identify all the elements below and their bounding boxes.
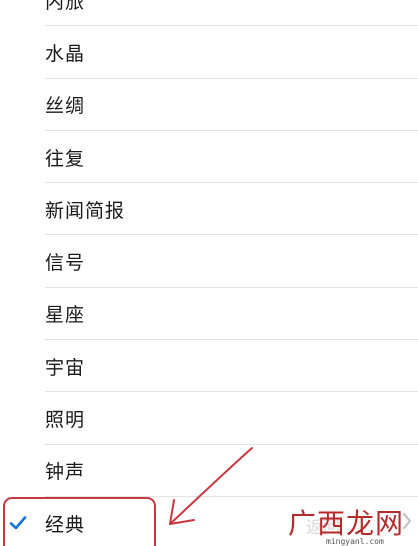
list-item[interactable]: 钟声 [0, 445, 418, 498]
annotation-highlight-box [3, 497, 156, 546]
list-item[interactable]: 往复 [0, 131, 418, 184]
list-item-label: 丝绸 [45, 95, 86, 118]
list-item-label: 照明 [45, 409, 86, 432]
list-item-label: 钟声 [45, 461, 86, 484]
ringtone-list: 内旅 水晶 丝绸 往复 新闻简报 信号 星座 宇宙 照明 钟声 经典 [0, 0, 418, 546]
list-item[interactable]: 新闻简报 [0, 183, 418, 236]
ringtone-list-screen: 内旅 水晶 丝绸 往复 新闻简报 信号 星座 宇宙 照明 钟声 经典 返回 广西… [0, 0, 418, 546]
list-item-label: 信号 [45, 252, 86, 275]
list-item-label: 内旅 [45, 0, 86, 13]
list-item-label: 往复 [45, 147, 86, 170]
list-item[interactable]: 宇宙 [0, 340, 418, 393]
list-item-label: 水晶 [45, 42, 86, 65]
watermark-text: 广西龙网 [288, 507, 405, 540]
list-item[interactable]: 内旅 [0, 0, 418, 27]
list-item-label: 宇宙 [45, 356, 86, 379]
list-item[interactable]: 信号 [0, 235, 418, 289]
list-item[interactable]: 照明 [0, 392, 418, 445]
list-item[interactable]: 星座 [0, 288, 418, 341]
list-item[interactable]: 丝绸 [0, 79, 418, 132]
list-item-label: 新闻简报 [45, 199, 126, 222]
list-item-label: 星座 [45, 304, 86, 327]
watermark: 广西龙网 mingyanl.com [282, 500, 418, 546]
watermark-url: mingyanl.com [326, 537, 384, 546]
list-item[interactable]: 水晶 [0, 26, 418, 79]
